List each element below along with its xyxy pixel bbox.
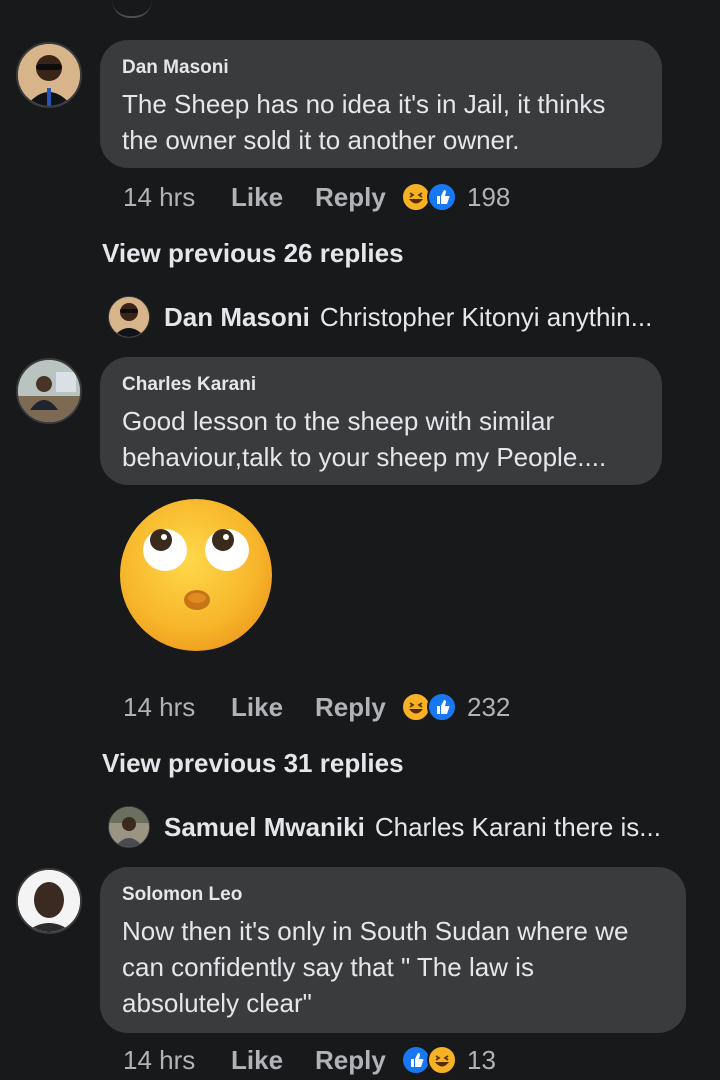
comment-author[interactable]: Solomon Leo xyxy=(122,883,664,907)
face-with-rolling-eyes-emoji[interactable] xyxy=(119,498,273,652)
person-avatar-icon xyxy=(109,807,149,847)
reply-author[interactable]: Samuel Mwaniki xyxy=(164,812,365,843)
comment-bubble: Charles Karani Good lesson to the sheep … xyxy=(100,357,662,485)
person-avatar-icon xyxy=(18,360,80,422)
comment-actions: 14 hrs Like Reply 232 xyxy=(123,690,510,724)
person-avatar-icon xyxy=(18,44,80,106)
comment-bubble: Dan Masoni The Sheep has no idea it's in… xyxy=(100,40,662,168)
avatar[interactable] xyxy=(16,42,82,108)
previous-actions-remnant xyxy=(112,0,152,18)
comment-text-line: can confidently say that " The law is xyxy=(122,952,534,982)
comment-text-line: Good lesson to the sheep with similar xyxy=(122,406,555,436)
comment-timestamp[interactable]: 14 hrs xyxy=(123,692,231,723)
reply-author[interactable]: Dan Masoni xyxy=(164,302,310,333)
comment-bubble: Solomon Leo Now then it's only in South … xyxy=(100,867,686,1033)
like-icon xyxy=(427,692,457,722)
view-previous-replies-link[interactable]: View previous 31 replies xyxy=(102,748,404,779)
reaction-count: 232 xyxy=(467,691,511,722)
comment-text-line: The Sheep has no idea it's in Jail, it t… xyxy=(122,89,606,119)
comment-author[interactable]: Dan Masoni xyxy=(122,56,640,80)
view-previous-replies-link[interactable]: View previous 26 replies xyxy=(102,238,404,269)
comment-actions: 14 hrs Like Reply 13 xyxy=(123,1043,496,1077)
comment-actions: 14 hrs Like Reply 198 xyxy=(123,180,510,214)
reaction-count: 198 xyxy=(467,181,511,212)
reply-button[interactable]: Reply xyxy=(315,182,401,213)
comment-text-line: the owner sold it to another owner. xyxy=(122,125,520,155)
avatar[interactable] xyxy=(16,868,82,934)
like-icon xyxy=(427,182,457,212)
reply-button[interactable]: Reply xyxy=(315,692,401,723)
reply-preview-text: Christopher Kitonyi anythin... xyxy=(319,301,653,332)
like-button[interactable]: Like xyxy=(231,182,315,213)
avatar[interactable] xyxy=(16,358,82,424)
reaction-summary[interactable]: 232 xyxy=(401,692,510,723)
reaction-summary[interactable]: 198 xyxy=(401,182,510,213)
comment-text-line: absolutely clear" xyxy=(122,988,312,1018)
comment-timestamp[interactable]: 14 hrs xyxy=(123,182,231,213)
reply-preview[interactable]: Dan Masoni Christopher Kitonyi anythin..… xyxy=(108,296,652,338)
comment-author[interactable]: Charles Karani xyxy=(122,373,640,397)
person-avatar-icon xyxy=(18,870,80,932)
reply-preview-text: Charles Karani there is... xyxy=(374,811,661,842)
avatar xyxy=(108,296,150,338)
comment-text-line: Now then it's only in South Sudan where … xyxy=(122,916,629,946)
like-button[interactable]: Like xyxy=(231,692,315,723)
person-avatar-icon xyxy=(109,297,149,337)
reply-preview[interactable]: Samuel Mwaniki Charles Karani there is..… xyxy=(108,806,661,848)
comment-text-line: behaviour,talk to your sheep my People..… xyxy=(122,442,607,472)
avatar xyxy=(108,806,150,848)
